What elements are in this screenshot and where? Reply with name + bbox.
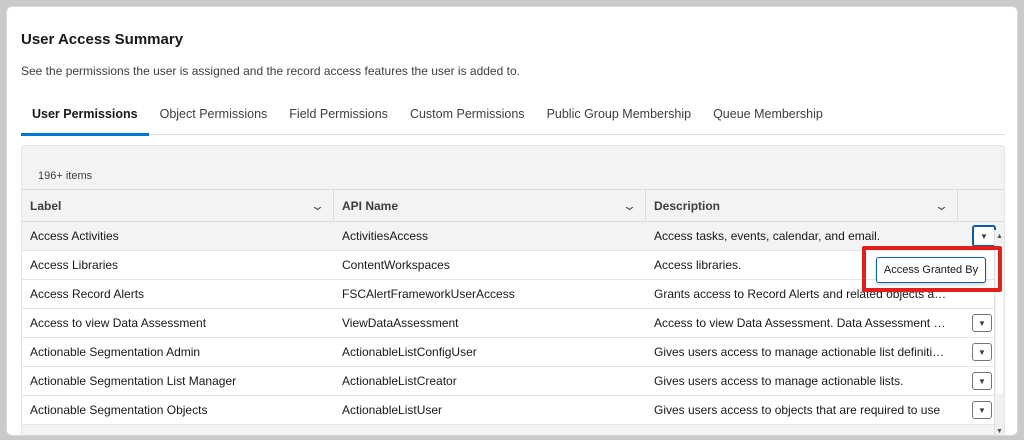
column-header-text: Description: [654, 198, 721, 213]
cell-api-name: ActivitiesAccess: [342, 229, 429, 243]
cell-api-name: ActionableListConfigUser: [342, 345, 477, 359]
cell-label: Actionable Segmentation Objects: [30, 403, 208, 417]
cell-description: Gives users access to manage actionable …: [654, 345, 950, 359]
caret-down-icon: ▼: [978, 405, 986, 415]
tab-custom-permissions[interactable]: Custom Permissions: [399, 103, 536, 135]
cell-description: Gives users access to objects that are r…: [654, 403, 941, 417]
table-row[interactable]: Access Activities ActivitiesAccess Acces…: [22, 222, 1004, 251]
chevron-down-icon[interactable]: ⌄: [622, 198, 637, 214]
row-action-button[interactable]: ▼: [972, 401, 992, 419]
caret-down-icon: ▼: [980, 231, 988, 241]
data-grid: Label ⌄ API Name ⌄ Description ⌄ Access …: [22, 189, 1004, 425]
table-row[interactable]: Access to view Data Assessment ViewDataA…: [22, 309, 1004, 338]
cell-api-name: ActionableListUser: [342, 403, 443, 417]
tab-queue-membership[interactable]: Queue Membership: [702, 103, 834, 135]
row-action-button[interactable]: ▼: [972, 314, 992, 332]
tab-public-group-membership[interactable]: Public Group Membership: [536, 103, 703, 135]
table-row[interactable]: Actionable Segmentation Objects Actionab…: [22, 396, 1004, 425]
column-header-text: API Name: [342, 198, 399, 213]
cell-label: Access to view Data Assessment: [30, 316, 207, 330]
cell-description: Grants access to Record Alerts and relat…: [654, 287, 950, 301]
cell-api-name: ViewDataAssessment: [342, 316, 459, 330]
tab-object-permissions[interactable]: Object Permissions: [149, 103, 279, 135]
cell-label: Actionable Segmentation List Manager: [30, 374, 237, 388]
access-granted-by-menu-item[interactable]: Access Granted By: [876, 257, 986, 283]
chevron-down-icon[interactable]: ⌄: [310, 198, 325, 214]
cell-label: Access Record Alerts: [30, 287, 145, 301]
scroll-up-icon[interactable]: ▲: [996, 233, 1003, 240]
cell-label: Actionable Segmentation Admin: [30, 345, 201, 359]
cell-api-name: ActionableListCreator: [342, 374, 457, 388]
column-header-text: Label: [30, 198, 62, 213]
scrollbar-thumb[interactable]: [996, 244, 1003, 394]
caret-down-icon: ▼: [978, 318, 986, 328]
cell-label: Access Activities: [30, 229, 119, 243]
chevron-down-icon[interactable]: ⌄: [934, 198, 949, 214]
user-access-summary-card: User Access Summary See the permissions …: [6, 6, 1018, 436]
cell-label: Access Libraries: [30, 258, 119, 272]
column-header-actions: [958, 190, 1004, 221]
cell-api-name: FSCAlertFrameworkUserAccess: [342, 287, 515, 301]
table-header: Label ⌄ API Name ⌄ Description ⌄: [22, 189, 1004, 222]
card-title: User Access Summary: [21, 31, 184, 48]
table-row[interactable]: Actionable Segmentation Admin Actionable…: [22, 338, 1004, 367]
column-header-description[interactable]: Description ⌄: [646, 190, 958, 221]
cell-description: Access tasks, events, calendar, and emai…: [654, 229, 881, 243]
cell-description: Access to view Data Assessment. Data Ass…: [654, 316, 950, 330]
row-action-button[interactable]: ▼: [972, 372, 992, 390]
tab-bar: User Permissions Object Permissions Fiel…: [21, 103, 1005, 136]
table-row[interactable]: Access Libraries ContentWorkspaces Acces…: [22, 251, 1004, 280]
column-header-label[interactable]: Label ⌄: [22, 190, 334, 221]
item-count: 196+ items: [38, 170, 93, 182]
row-action-button[interactable]: ▼: [972, 225, 996, 247]
caret-down-icon: ▼: [978, 376, 986, 386]
table-row[interactable]: Access Record Alerts FSCAlertFrameworkUs…: [22, 280, 1004, 309]
table-row[interactable]: Actionable Segmentation List Manager Act…: [22, 367, 1004, 396]
scroll-down-icon[interactable]: ▼: [996, 428, 1003, 435]
table-scrollbar[interactable]: ▲ ▼: [994, 230, 1004, 435]
caret-down-icon: ▼: [978, 347, 986, 357]
permissions-table: 196+ items Label ⌄ API Name ⌄ Descriptio…: [21, 145, 1005, 435]
card-description: See the permissions the user is assigned…: [21, 64, 520, 78]
column-header-api-name[interactable]: API Name ⌄: [334, 190, 646, 221]
cell-description: Gives users access to manage actionable …: [654, 374, 904, 388]
cell-api-name: ContentWorkspaces: [342, 258, 450, 272]
row-action-button[interactable]: ▼: [972, 343, 992, 361]
tab-user-permissions[interactable]: User Permissions: [21, 103, 149, 136]
tab-field-permissions[interactable]: Field Permissions: [278, 103, 399, 135]
